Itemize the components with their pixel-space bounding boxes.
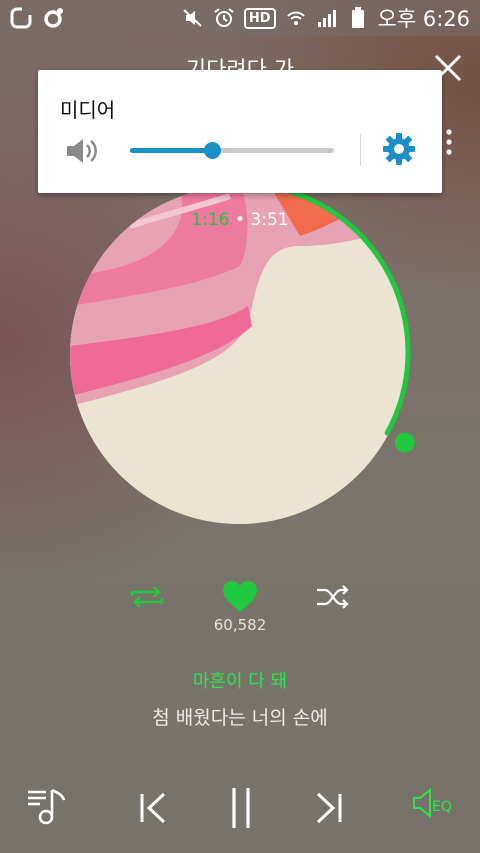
progress-knob xyxy=(394,432,415,453)
previous-track-icon[interactable] xyxy=(136,790,170,826)
control-row xyxy=(0,580,480,616)
speaker-icon[interactable] xyxy=(64,136,100,166)
repeat-icon[interactable] xyxy=(128,582,166,612)
playback-progress-ring[interactable] xyxy=(20,132,460,572)
signal-icon xyxy=(316,7,338,29)
eq-button[interactable]: EQ xyxy=(412,787,462,826)
heart-icon[interactable] xyxy=(221,580,259,614)
alarm-icon xyxy=(213,7,235,29)
next-track-icon[interactable] xyxy=(312,790,346,826)
divider xyxy=(360,134,361,166)
bottom-controls: EQ xyxy=(0,782,480,842)
like-count: 60,582 xyxy=(213,616,267,634)
lyric-current-line[interactable]: 마흔이 다 돼 xyxy=(0,667,480,693)
shuffle-icon[interactable] xyxy=(314,582,352,612)
eq-label: EQ xyxy=(432,799,452,815)
battery-icon xyxy=(347,7,369,29)
pause-icon[interactable] xyxy=(228,786,254,830)
volume-label: 미디어 xyxy=(60,98,116,122)
wifi-icon xyxy=(285,7,307,29)
volume-slider-fill xyxy=(130,148,212,153)
current-time: 1:16 xyxy=(191,210,230,230)
mute-icon xyxy=(182,7,204,29)
time-display: 1:16 • 3:51 xyxy=(0,210,480,230)
time-separator: • xyxy=(234,210,246,230)
lyric-next-line[interactable]: 첨 배웠다는 너의 손에 xyxy=(0,703,480,730)
volume-popup: 미디어 xyxy=(38,70,442,193)
volume-slider[interactable] xyxy=(130,142,334,159)
hd-icon: HD xyxy=(243,7,276,29)
o-notification-icon xyxy=(42,7,64,29)
volume-slider-thumb[interactable] xyxy=(203,142,221,159)
playlist-icon[interactable] xyxy=(26,786,70,826)
status-bar: HD 오후 6:26 xyxy=(0,0,480,36)
total-time: 3:51 xyxy=(250,210,289,230)
clock-time: 오후 6:26 xyxy=(377,7,470,31)
o-app-icon xyxy=(10,7,32,29)
gear-icon[interactable] xyxy=(382,132,416,166)
eq-speaker-icon xyxy=(413,787,431,819)
